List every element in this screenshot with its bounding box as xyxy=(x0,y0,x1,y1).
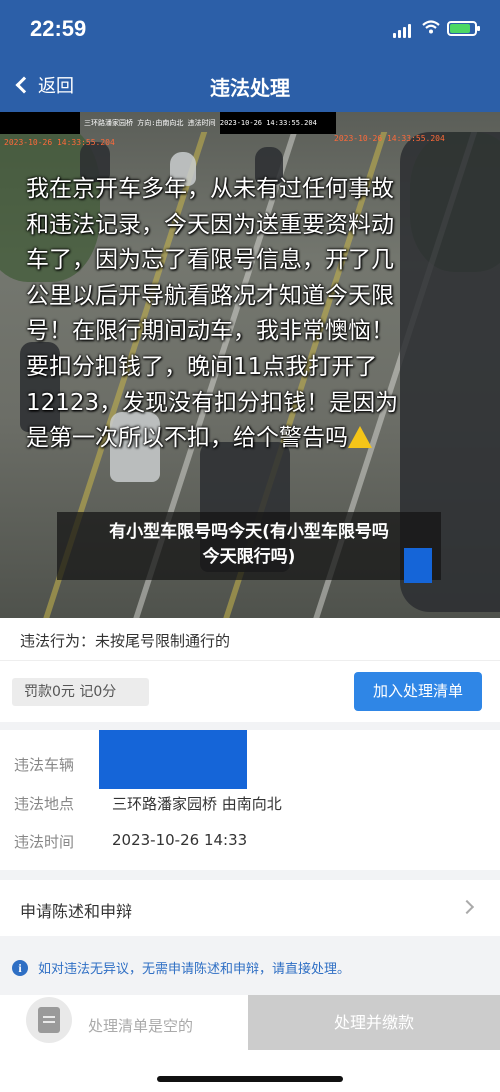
time-label: 违法时间 xyxy=(14,833,75,851)
empty-list-text: 处理清单是空的 xyxy=(88,1017,194,1035)
overlay-line: 要扣分扣钱了，晚间11点我打开了 xyxy=(26,353,378,380)
info-icon: i xyxy=(12,959,28,976)
time-value: 2023-10-26 14:33 xyxy=(112,831,248,849)
battery-icon xyxy=(447,21,480,36)
story-overlay-text: 我在京开车多年，从未有过任何事故 和违法记录，今天因为送重要资料动 车了，因为忘… xyxy=(26,172,456,457)
notice: i 如对违法无异议，无需申请陈述和申辩，请直接处理。 xyxy=(12,958,350,977)
nav-bar: 返回 违法处理 xyxy=(0,58,500,112)
signal-icon xyxy=(393,24,411,38)
overlay-line: 我在京开车多年，从未有过任何事故 xyxy=(26,176,394,202)
location-value: 三环路潘家园桥 由南向北 xyxy=(112,795,282,813)
overlay-line: 12123，发现没有扣分扣钱！是因为 xyxy=(26,389,399,416)
vehicle-label: 违法车辆 xyxy=(14,756,75,774)
overlay-line: 车了，因为忘了看限号信息，开了几 xyxy=(26,247,394,274)
violation-summary-card: 违法行为：未按尾号限制通行的 罚款0元 记0分 加入处理清单 xyxy=(0,618,500,722)
redaction-bar xyxy=(0,112,80,134)
appeal-row[interactable]: 申请陈述和申辩 xyxy=(0,880,500,936)
camera-info-text: 三环路潘家园桥 方向:由南向北 违法时间 2023-10-26 14:33:55… xyxy=(84,119,317,127)
warning-icon xyxy=(348,426,372,449)
violation-photo[interactable]: 三环路潘家园桥 方向:由南向北 违法时间 2023-10-26 14:33:55… xyxy=(0,112,500,618)
process-and-pay-button[interactable]: 处理并缴款 xyxy=(248,995,500,1050)
wifi-icon xyxy=(422,20,440,34)
overlay-line: 号！在限行期间动车，我非常懊恼！ xyxy=(26,318,394,345)
violation-behavior: 违法行为：未按尾号限制通行的 xyxy=(20,632,231,650)
list-icon[interactable] xyxy=(26,997,72,1043)
appeal-label: 申请陈述和申辩 xyxy=(20,902,133,921)
overlay-line: 和违法记录，今天因为送重要资料动 xyxy=(26,211,394,238)
camera-timestamp-right: 2023-10-26 14:33:55.204 xyxy=(334,134,445,143)
status-bar: 22:59 xyxy=(0,0,500,58)
redaction-block xyxy=(404,548,432,583)
divider xyxy=(0,660,500,661)
header: 22:59 返回 违法处理 xyxy=(0,0,500,112)
overlay-line: 是第一次所以不扣，给个警告吗 xyxy=(26,425,348,452)
status-time: 22:59 xyxy=(30,16,87,41)
article-caption: 有小型车限号吗今天(有小型车限号吗 今天限行吗) xyxy=(57,512,441,580)
home-indicator xyxy=(157,1076,343,1082)
plate-redaction xyxy=(99,730,247,789)
page-title: 违法处理 xyxy=(210,76,290,100)
chevron-right-icon xyxy=(459,899,475,915)
notice-text: 如对违法无异议，无需申请陈述和申辩，请直接处理。 xyxy=(38,962,351,977)
caption-line: 有小型车限号吗今天(有小型车限号吗 xyxy=(109,522,389,542)
camera-timestamp-left: 2023-10-26 14:33:55.204 xyxy=(4,138,115,147)
location-label: 违法地点 xyxy=(14,795,75,813)
overlay-line: 公里以后开导航看路况才知道今天限 xyxy=(26,282,394,309)
bottom-bar: 处理清单是空的 处理并缴款 xyxy=(0,995,500,1092)
violation-details-card: 违法车辆 违法地点 三环路潘家园桥 由南向北 违法时间 2023-10-26 1… xyxy=(0,730,500,870)
fine-points-badge: 罚款0元 记0分 xyxy=(12,678,149,706)
add-to-list-button[interactable]: 加入处理清单 xyxy=(354,672,482,711)
caption-line: 今天限行吗) xyxy=(202,547,296,567)
overlay-line-last: 是第一次所以不扣，给个警告吗 xyxy=(26,421,456,457)
